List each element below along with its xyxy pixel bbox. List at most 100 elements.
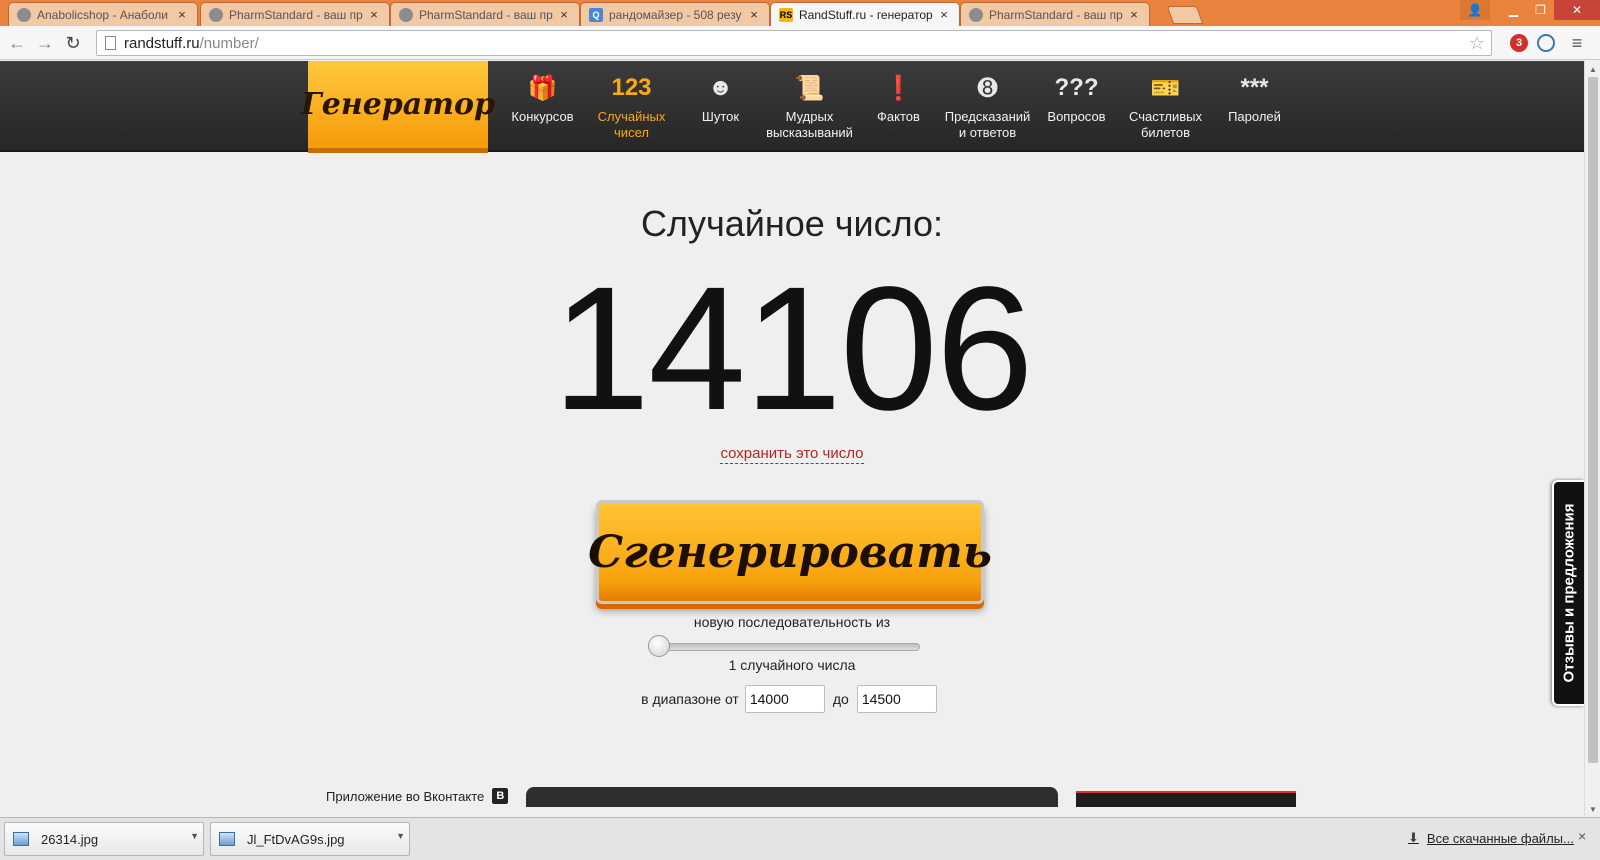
sequence-label: новую последовательность из [693, 614, 891, 630]
site-nav: 🎁 Конкурсов 123 Случайных чисел ☻ Шуток … [498, 61, 1299, 152]
range-to-label: до [832, 691, 849, 707]
range-row: в диапазоне от до [0, 685, 1584, 713]
eight-ball-icon: ➑ [977, 74, 998, 102]
download-filename: 26314.jpg [41, 831, 99, 847]
ad-banner [1076, 791, 1296, 807]
scroll-down-icon[interactable]: ▼ [1585, 801, 1600, 817]
smile-icon: ☻ [707, 74, 734, 101]
range-from-input[interactable] [744, 685, 825, 713]
nav-label: Конкурсов [511, 109, 574, 124]
tab-strip: Anabolicshop - Анаболи × PharmStandard -… [0, 0, 1600, 26]
menu-icon[interactable]: ≡ [1566, 32, 1588, 54]
download-item[interactable]: Jl_FtDvAG9s.jpg ▼ [210, 822, 410, 856]
scroll-up-icon[interactable]: ▲ [1585, 61, 1600, 77]
scroll-icon: 📜 [794, 74, 825, 102]
tab-title: PharmStandard - ваш пр [419, 7, 553, 22]
vk-icon: В [492, 788, 509, 804]
nav-label: Вопросов [1047, 109, 1106, 124]
nav-questions[interactable]: ??? Вопросов [1032, 61, 1121, 152]
count-slider-handle[interactable] [648, 635, 670, 657]
nav-quotes[interactable]: 📜 Мудрых высказываний [765, 61, 854, 152]
address-bar[interactable]: randstuff.ru/number/ ☆ [96, 30, 1492, 56]
close-icon[interactable]: × [1127, 7, 1141, 22]
doc-icon [17, 7, 31, 22]
tab-randomizer[interactable]: Q рандомайзер - 508 резу × [580, 2, 770, 26]
all-downloads-link[interactable]: ⬇ Все скачанные файлы... [1408, 830, 1574, 846]
nav-random-numbers[interactable]: 123 Случайных чисел [587, 61, 676, 152]
nav-label: Случайных чисел [597, 109, 666, 140]
extension-icon[interactable] [1535, 32, 1557, 54]
generate-button[interactable]: Сгенерировать [588, 500, 992, 604]
url-host: randstuff.ru [124, 34, 200, 52]
close-window-icon[interactable]: ✕ [1554, 0, 1600, 20]
warning-icon: ❗ [883, 74, 914, 102]
download-filename: Jl_FtDvAG9s.jpg [247, 831, 345, 847]
numbers-icon: 123 [611, 74, 652, 101]
question-icon: ??? [1054, 74, 1099, 101]
forward-icon[interactable]: → [34, 32, 56, 54]
image-file-icon [219, 832, 235, 846]
tab-title: рандомайзер - 508 резу [609, 7, 742, 22]
doc-icon [209, 7, 223, 22]
range-to-input[interactable] [856, 685, 937, 713]
tab-title: Anabolicshop - Анаболи [37, 7, 169, 22]
tab-pharmstandard-3[interactable]: PharmStandard - ваш пр × [960, 2, 1150, 26]
tab-title: PharmStandard - ваш пр [229, 7, 363, 22]
extension-badge: 3 [1510, 34, 1528, 52]
nav-facts[interactable]: ❗ Фактов [854, 61, 943, 152]
search-icon: Q [589, 7, 603, 22]
site-header: Генератор 🎁 Конкурсов 123 Случайных чисе… [0, 61, 1584, 153]
count-slider-track[interactable] [650, 643, 920, 651]
scrollbar-thumb[interactable] [1588, 77, 1598, 763]
tab-pharmstandard-2[interactable]: PharmStandard - ваш пр × [390, 2, 580, 26]
tab-pharmstandard-1[interactable]: PharmStandard - ваш пр × [200, 2, 390, 26]
close-icon[interactable]: × [367, 7, 381, 22]
close-icon[interactable]: × [937, 7, 951, 22]
nav-contests[interactable]: 🎁 Конкурсов [498, 61, 587, 152]
range-from-label: в диапазоне от [641, 691, 739, 707]
user-icon[interactable]: 👤 [1460, 0, 1490, 20]
back-icon[interactable]: ← [6, 32, 28, 54]
randstuff-icon: RS [779, 7, 793, 22]
chevron-down-icon[interactable]: ▼ [190, 831, 199, 841]
vk-app-label[interactable]: Приложение во Вконтакте В [326, 788, 509, 804]
bookmark-star-icon[interactable]: ☆ [1469, 33, 1485, 54]
new-tab-button[interactable] [1166, 6, 1204, 24]
close-icon[interactable]: × [557, 7, 571, 22]
close-icon[interactable]: × [747, 7, 761, 22]
window-controls: 👤 ▁ ❐ ✕ [1460, 0, 1600, 20]
feedback-tab[interactable]: Отзывы и предложения [1552, 480, 1584, 706]
nav-lucky-tickets[interactable]: 🎫 Счастливых билетов [1121, 61, 1210, 152]
tab-title: RandStuff.ru - генератор [799, 7, 933, 22]
adblock-extension-icon[interactable]: 3 [1508, 32, 1530, 54]
nav-label: Фактов [877, 109, 920, 124]
maximize-icon[interactable]: ❐ [1527, 0, 1554, 20]
nav-passwords[interactable]: *** Паролей [1210, 61, 1299, 152]
tab-randstuff[interactable]: RS RandStuff.ru - генератор × [770, 2, 960, 26]
close-downloads-icon[interactable]: × [1578, 828, 1586, 844]
count-label: 1 случайного числа [728, 657, 856, 673]
nav-label: Шуток [701, 109, 740, 124]
doc-icon [969, 7, 983, 22]
chevron-down-icon[interactable]: ▼ [396, 831, 405, 841]
asterisks-icon: *** [1240, 74, 1269, 101]
url-path: /number/ [199, 34, 259, 52]
nav-jokes[interactable]: ☻ Шуток [676, 61, 765, 152]
vk-app-text: Приложение во Вконтакте [326, 788, 485, 804]
close-icon[interactable]: × [175, 7, 189, 22]
nav-label: Предсказаний и ответов [944, 109, 1031, 140]
page-title: Случайное число: [640, 203, 944, 244]
minimize-icon[interactable]: ▁ [1500, 0, 1527, 20]
reload-icon[interactable]: ↻ [62, 32, 84, 54]
social-widget [526, 787, 1058, 807]
tab-anabolicshop[interactable]: Anabolicshop - Анаболи × [8, 2, 198, 26]
feedback-label: Отзывы и предложения [1560, 503, 1578, 683]
save-number-link[interactable]: сохранить это число [720, 445, 864, 464]
page-scrollbar[interactable]: ▲ ▼ [1584, 61, 1600, 817]
save-link-wrap: сохранить это число [0, 445, 1584, 464]
all-downloads-text: Все скачанные файлы... [1426, 830, 1574, 846]
nav-predictions[interactable]: ➑ Предсказаний и ответов [943, 61, 1032, 152]
site-logo[interactable]: Генератор [301, 61, 495, 153]
download-item[interactable]: 26314.jpg ▼ [4, 822, 204, 856]
ticket-icon: 🎫 [1150, 74, 1181, 102]
